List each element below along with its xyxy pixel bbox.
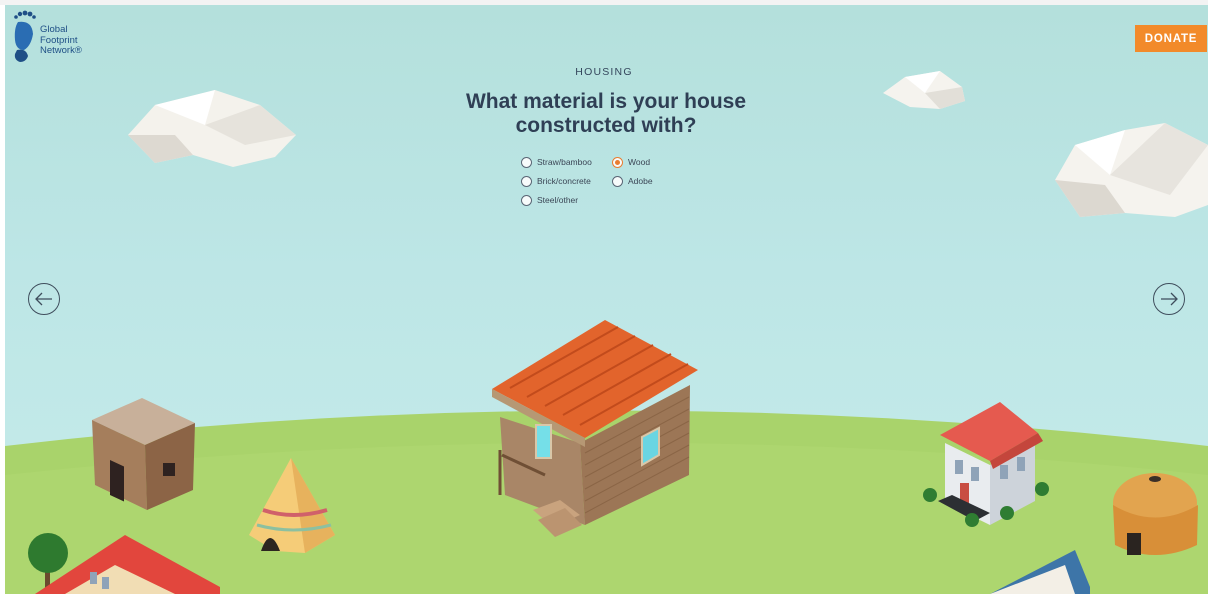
option-straw-bamboo[interactable]: Straw/bamboo — [521, 155, 592, 169]
next-button[interactable] — [1153, 283, 1185, 315]
option-steel-other[interactable]: Steel/other — [521, 193, 578, 207]
logo-text-line: Global — [40, 24, 68, 35]
option-adobe[interactable]: Adobe — [612, 174, 653, 188]
quiz-category-label: HOUSING — [575, 66, 633, 78]
yurt-illustration — [1113, 473, 1198, 555]
radio-button[interactable] — [521, 156, 532, 168]
arrow-left-icon — [35, 292, 52, 306]
global-footprint-network-logo[interactable]: Global Footprint Network® — [12, 10, 92, 66]
cloud-icon — [1055, 123, 1208, 217]
option-label: Straw/bamboo — [537, 157, 592, 167]
radio-button[interactable] — [521, 175, 532, 187]
option-label: Steel/other — [537, 195, 579, 205]
radio-button-selected[interactable] — [612, 156, 623, 168]
quiz-question: What material is your house constructed … — [404, 90, 808, 138]
cloud-icon — [128, 90, 296, 167]
option-label: Wood — [628, 157, 651, 167]
donate-button[interactable]: DONATE — [1135, 25, 1207, 52]
previous-button[interactable] — [28, 283, 60, 315]
option-label: Adobe — [628, 176, 653, 186]
logo-text-line: Network® — [40, 45, 82, 56]
option-label: Brick/concrete — [537, 176, 591, 186]
radio-button[interactable] — [521, 194, 532, 206]
footprint-logo-icon — [14, 10, 36, 62]
radio-button[interactable] — [612, 175, 623, 187]
option-wood[interactable]: Wood — [612, 155, 650, 169]
arrow-right-icon — [1161, 292, 1178, 306]
question-line: What material is your house — [465, 90, 747, 113]
option-brick-concrete[interactable]: Brick/concrete — [521, 174, 591, 188]
question-line: constructed with? — [515, 114, 697, 137]
